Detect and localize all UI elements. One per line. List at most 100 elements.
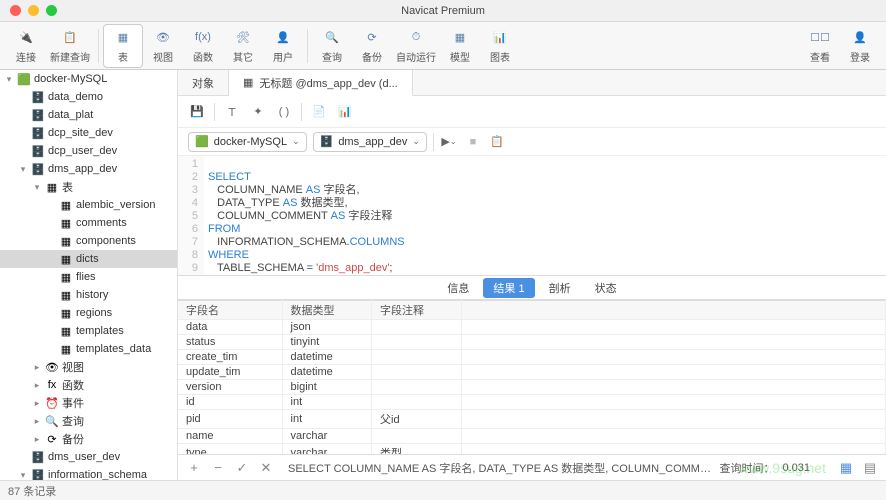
chart-icon[interactable]: 📊 (336, 103, 354, 121)
table-row[interactable]: statustinyint (178, 335, 886, 350)
expand-icon[interactable]: ▸ (32, 416, 42, 426)
toolbar-view[interactable]: 👁视图 (143, 24, 183, 68)
toolbar-function[interactable]: f(x)函数 (183, 24, 223, 68)
toolbar-backup[interactable]: ⟳备份 (352, 24, 392, 68)
expand-icon[interactable] (18, 92, 28, 102)
toolbar-connect[interactable]: 🔌连接 (6, 24, 46, 68)
table-row[interactable]: pidint父id (178, 410, 886, 429)
col-header[interactable]: 字段注释 (372, 301, 461, 320)
expand-icon[interactable]: ▾ (4, 74, 14, 84)
expand-icon[interactable] (46, 272, 56, 282)
table-flies[interactable]: ▦flies (0, 268, 177, 286)
db-dcp_user_dev[interactable]: 🗄️dcp_user_dev (0, 142, 177, 160)
toolbar-model[interactable]: ▦模型 (440, 24, 480, 68)
expand-icon[interactable] (18, 110, 28, 120)
table-templates[interactable]: ▦templates (0, 322, 177, 340)
section-tables[interactable]: ▾▦表 (0, 178, 177, 196)
expand-icon[interactable]: ▾ (18, 164, 28, 174)
cell[interactable]: name (178, 429, 282, 444)
grid-view-icon[interactable]: ▦ (838, 460, 854, 476)
database-dropdown[interactable]: 🗄️ dms_app_dev ⌄ (313, 132, 427, 152)
expand-icon[interactable] (46, 218, 56, 228)
format-icon[interactable]: Ｔ (223, 103, 241, 121)
cell[interactable] (372, 429, 461, 444)
toolbar-other[interactable]: 🛠其它 (223, 24, 263, 68)
toolbar-automation[interactable]: ⏱自动运行 (392, 24, 440, 68)
cell[interactable]: status (178, 335, 282, 350)
cell[interactable]: tinyint (282, 335, 371, 350)
expand-icon[interactable] (46, 326, 56, 336)
cell[interactable]: 类型 (372, 444, 461, 455)
expand-icon[interactable] (46, 200, 56, 210)
col-header[interactable]: 数据类型 (282, 301, 371, 320)
db-information_schema[interactable]: ▾🗄️information_schema (0, 466, 177, 480)
close-icon[interactable] (10, 5, 21, 16)
table-comments[interactable]: ▦comments (0, 214, 177, 232)
expand-icon[interactable] (46, 290, 56, 300)
section-视图[interactable]: ▸👁视图 (0, 358, 177, 376)
table-dicts[interactable]: ▦dicts (0, 250, 177, 268)
db-data_plat[interactable]: 🗄️data_plat (0, 106, 177, 124)
section-查询[interactable]: ▸🔍查询 (0, 412, 177, 430)
cell[interactable]: json (282, 320, 371, 335)
cell[interactable]: int (282, 410, 371, 429)
sql-editor[interactable]: 12345678910 SELECT COLUMN_NAME AS 字段名, D… (178, 156, 886, 276)
expand-icon[interactable] (18, 128, 28, 138)
toolbar-view-mode[interactable]: ☐☐查看 (800, 24, 840, 68)
expand-icon[interactable]: ▸ (32, 380, 42, 390)
cell[interactable]: type (178, 444, 282, 455)
expand-icon[interactable] (18, 452, 28, 462)
table-history[interactable]: ▦history (0, 286, 177, 304)
table-alembic_version[interactable]: ▦alembic_version (0, 196, 177, 214)
expand-icon[interactable] (46, 254, 56, 264)
cell[interactable]: varchar (282, 444, 371, 455)
export-icon[interactable]: 📄 (310, 103, 328, 121)
table-row[interactable]: typevarchar类型 (178, 444, 886, 455)
table-row[interactable]: idint (178, 395, 886, 410)
expand-icon[interactable] (18, 146, 28, 156)
cell[interactable]: datetime (282, 365, 371, 380)
toolbar-query[interactable]: 🔍查询 (312, 24, 352, 68)
result-tab-1[interactable]: 结果 1 (483, 278, 534, 298)
cancel-button[interactable]: ✕ (258, 460, 274, 476)
expand-icon[interactable] (46, 344, 56, 354)
maximize-icon[interactable] (46, 5, 57, 16)
toolbar-new-query[interactable]: 📋新建查询 (46, 24, 94, 68)
cell[interactable]: int (282, 395, 371, 410)
cell[interactable] (372, 395, 461, 410)
expand-icon[interactable]: ▸ (32, 362, 42, 372)
explain-button[interactable]: 📋 (488, 133, 506, 151)
table-row[interactable]: create_timdatetime (178, 350, 886, 365)
table-row[interactable]: datajson (178, 320, 886, 335)
toolbar-chart[interactable]: 📊图表 (480, 24, 520, 68)
save-icon[interactable]: 💾 (188, 103, 206, 121)
expand-icon[interactable]: ▸ (32, 398, 42, 408)
tab-query[interactable]: ▦无标题 @dms_app_dev (d... (229, 70, 413, 96)
table-row[interactable]: versionbigint (178, 380, 886, 395)
result-tab-2[interactable]: 剖析 (539, 278, 581, 298)
table-row[interactable]: update_timdatetime (178, 365, 886, 380)
cell[interactable]: datetime (282, 350, 371, 365)
run-button[interactable]: ▶⌄ (440, 133, 458, 151)
db-dcp_site_dev[interactable]: 🗄️dcp_site_dev (0, 124, 177, 142)
toolbar-user[interactable]: 👤用户 (263, 24, 303, 68)
cell[interactable]: data (178, 320, 282, 335)
cell[interactable]: varchar (282, 429, 371, 444)
cell[interactable]: update_tim (178, 365, 282, 380)
section-备份[interactable]: ▸⟳备份 (0, 430, 177, 448)
section-事件[interactable]: ▸⏰事件 (0, 394, 177, 412)
db-dms_app_dev[interactable]: ▾🗄️dms_app_dev (0, 160, 177, 178)
table-regions[interactable]: ▦regions (0, 304, 177, 322)
cell[interactable] (372, 320, 461, 335)
section-函数[interactable]: ▸fx函数 (0, 376, 177, 394)
toolbar-login[interactable]: 👤登录 (840, 24, 880, 68)
form-view-icon[interactable]: ▤ (862, 460, 878, 476)
db-data_demo[interactable]: 🗄️data_demo (0, 88, 177, 106)
cell[interactable]: version (178, 380, 282, 395)
result-grid[interactable]: 字段名数据类型字段注释datajsonstatustinyintcreate_t… (178, 300, 886, 454)
cell[interactable]: id (178, 395, 282, 410)
code-area[interactable]: SELECT COLUMN_NAME AS 字段名, DATA_TYPE AS … (204, 156, 886, 275)
delete-row-button[interactable]: − (210, 460, 226, 476)
cell[interactable] (372, 335, 461, 350)
stop-button[interactable]: ■ (464, 133, 482, 151)
